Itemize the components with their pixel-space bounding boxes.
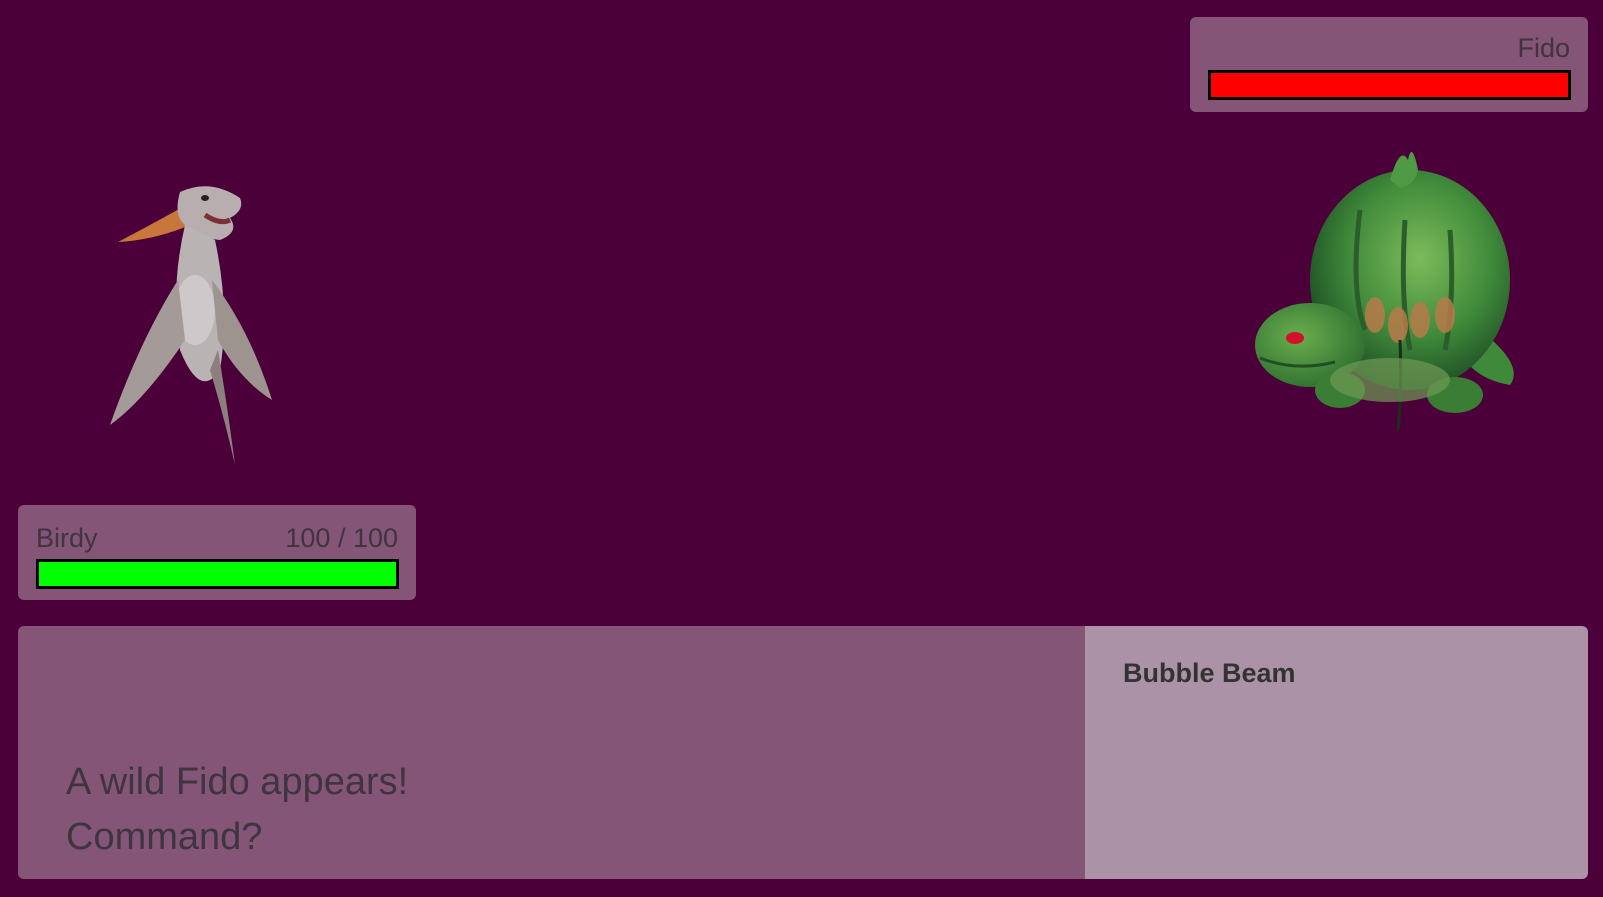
enemy-status-panel: Fido	[1190, 17, 1588, 112]
message-line-2: Command?	[66, 816, 263, 858]
player-hp-text: 100 / 100	[285, 523, 398, 553]
player-name: Birdy	[36, 523, 98, 553]
enemy-hp-fill	[1211, 73, 1568, 97]
enemy-hp-bar	[1208, 70, 1571, 100]
message-text: A wild Fido appears! Command?	[66, 755, 408, 865]
move-button-bubble-beam[interactable]: Bubble Beam	[1123, 658, 1296, 689]
green-toad-creature-icon	[1255, 152, 1514, 431]
message-box: A wild Fido appears! Command?	[18, 626, 1088, 879]
player-hp-fill	[39, 562, 396, 586]
pterosaur-creature-icon	[110, 186, 272, 465]
command-menu: Bubble Beam	[1085, 626, 1588, 879]
message-line-1: A wild Fido appears!	[66, 761, 409, 803]
enemy-name: Fido	[1517, 33, 1570, 63]
player-status-panel: Birdy 100 / 100	[18, 505, 416, 600]
player-hp-bar	[36, 559, 399, 589]
